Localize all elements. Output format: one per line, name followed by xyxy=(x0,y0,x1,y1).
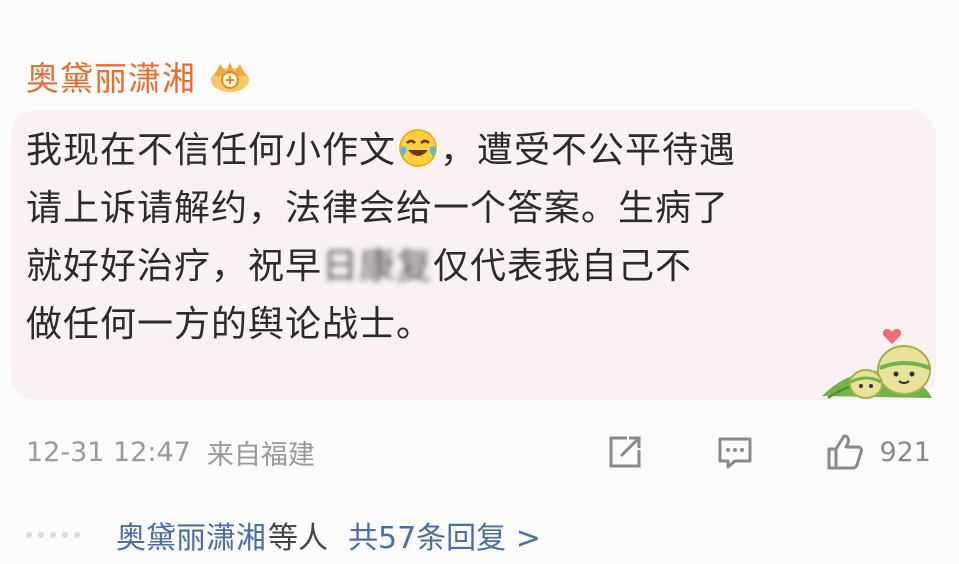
reply-username[interactable]: 奥黛丽潇湘 xyxy=(116,513,266,557)
reply-indent-dots xyxy=(26,532,86,538)
rice-dumpling-sticker-icon xyxy=(818,318,936,406)
vip-crown-badge-icon xyxy=(208,58,252,94)
comment-icon[interactable] xyxy=(715,432,755,472)
comment-card: 奥黛丽潇湘 我现在不信任何小作文 ，遭受不公平待遇 请上诉请解约，法律会给一个答案… xyxy=(0,0,959,564)
reply-summary[interactable]: 奥黛丽潇湘 等人 共57条回复 > xyxy=(26,512,541,558)
comment-actions: 921 xyxy=(605,430,931,474)
share-icon[interactable] xyxy=(605,432,645,472)
laughing-crying-emoji-icon xyxy=(398,128,438,168)
comment-text: 我现在不信任何小作文 ，遭受不公平待遇 请上诉请解约，法律会给一个答案。生病了 就… xyxy=(26,122,906,354)
comment-text-blurred: 日康复 xyxy=(322,246,434,287)
reply-others-label: 等人 xyxy=(268,521,328,556)
comment-header: 奥黛丽潇湘 xyxy=(26,52,252,100)
comment-username[interactable]: 奥黛丽潇湘 xyxy=(26,52,196,100)
thumbs-up-icon[interactable] xyxy=(825,432,865,472)
view-replies-link[interactable]: 共57条回复 > xyxy=(348,513,541,557)
comment-source: 来自福建 xyxy=(206,439,315,471)
like-count: 921 xyxy=(879,436,931,468)
comment-timestamp: 12-31 12:47 xyxy=(26,436,191,468)
comment-text-part1: 我现在不信任何小作文 xyxy=(26,130,397,171)
comment-meta: 12-31 12:47 来自福建 xyxy=(26,432,315,472)
